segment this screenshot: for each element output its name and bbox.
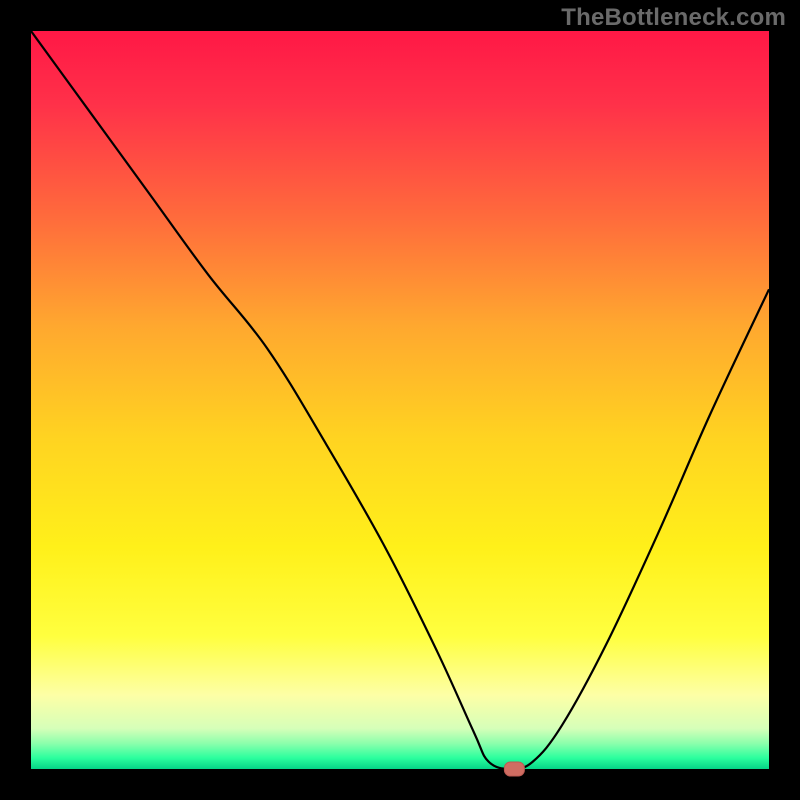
attribution-text: TheBottleneck.com [561, 4, 786, 32]
gradient-background [31, 31, 769, 769]
optimal-point-marker [504, 762, 524, 776]
bottleneck-chart [0, 0, 800, 800]
chart-frame: TheBottleneck.com [0, 0, 800, 800]
